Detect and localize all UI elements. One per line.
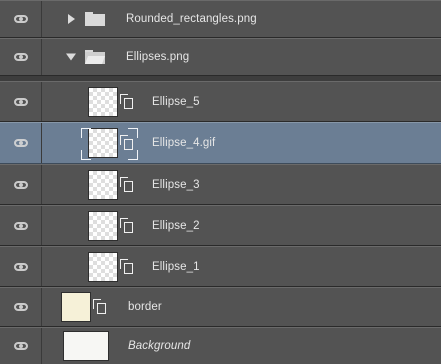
layer-thumbnail <box>89 252 117 281</box>
layer-content: Ellipses.png <box>42 39 441 75</box>
thumbnail-selection-corner <box>81 150 91 160</box>
folder-icon <box>85 12 105 26</box>
visibility-toggle[interactable] <box>0 82 42 121</box>
layer-row-ellipse-2[interactable]: Ellipse_2 <box>0 205 441 246</box>
visibility-toggle[interactable] <box>0 1 42 37</box>
smart-object-link-icon <box>120 217 134 234</box>
eye-icon <box>13 53 28 61</box>
smart-object-link-icon <box>120 258 134 275</box>
layer-row-ellipses-group[interactable]: Ellipses.png <box>0 38 441 76</box>
layer-name: Ellipse_2 <box>152 219 200 232</box>
layer-name: Ellipse_3 <box>152 178 200 191</box>
eye-icon <box>13 342 28 350</box>
layer-thumbnail <box>89 170 117 199</box>
visibility-toggle[interactable] <box>0 39 42 75</box>
smart-object-link-icon <box>120 176 134 193</box>
layer-thumbnail <box>89 129 117 157</box>
eye-icon <box>13 180 28 189</box>
layer-name: Ellipse_1 <box>152 260 200 273</box>
chevron-right-icon[interactable] <box>68 14 75 24</box>
thumbnail-selection-corner <box>128 150 138 160</box>
smart-object-link-icon <box>93 299 107 315</box>
layers-panel: Rounded_rectangles.png Ellipses.png Elli… <box>0 0 441 364</box>
layer-content: Ellipse_1 <box>42 247 441 286</box>
eye-icon <box>13 221 28 230</box>
layer-name: Rounded_rectangles.png <box>126 13 257 25</box>
eye-icon <box>13 139 28 147</box>
visibility-toggle[interactable] <box>0 288 42 326</box>
folder-open-icon <box>85 50 105 64</box>
layer-content: border <box>42 288 441 326</box>
layer-content: Rounded_rectangles.png <box>42 1 441 37</box>
layer-row-ellipse-1[interactable]: Ellipse_1 <box>0 246 441 287</box>
eye-icon <box>13 262 28 271</box>
eye-icon <box>13 97 28 106</box>
layer-row-ellipse-3[interactable]: Ellipse_3 <box>0 164 441 205</box>
layer-name: Background <box>128 340 191 352</box>
layer-row-border[interactable]: border <box>0 287 441 327</box>
layer-row-ellipse-4[interactable]: Ellipse_4.gif <box>0 122 441 164</box>
layer-name: border <box>128 301 162 313</box>
layer-row-ellipse-5[interactable]: Ellipse_5 <box>0 81 441 122</box>
eye-icon <box>13 303 28 311</box>
smart-object-link-icon <box>120 93 134 110</box>
layer-row-rounded-rectangles-group[interactable]: Rounded_rectangles.png <box>0 0 441 38</box>
smart-object-link-icon <box>120 135 134 151</box>
layer-content: Ellipse_4.gif <box>42 123 441 163</box>
layer-content: Background <box>42 328 441 364</box>
layer-thumbnail <box>64 332 108 360</box>
layer-content: Ellipse_5 <box>42 82 441 121</box>
visibility-toggle[interactable] <box>0 247 42 286</box>
layer-thumbnail <box>89 211 117 240</box>
layer-name: Ellipses.png <box>126 51 190 63</box>
visibility-toggle[interactable] <box>0 165 42 204</box>
chevron-down-icon[interactable] <box>66 53 76 61</box>
visibility-toggle[interactable] <box>0 206 42 245</box>
thumbnail-selection-corner <box>81 128 91 138</box>
layer-name: Ellipse_4.gif <box>152 137 216 149</box>
layer-content: Ellipse_2 <box>42 206 441 245</box>
layer-thumbnail <box>62 293 90 321</box>
layer-content: Ellipse_3 <box>42 165 441 204</box>
visibility-toggle[interactable] <box>0 328 42 364</box>
layer-name: Ellipse_5 <box>152 95 200 108</box>
eye-icon <box>13 15 28 23</box>
layer-row-background[interactable]: Background <box>0 327 441 364</box>
layer-thumbnail <box>89 87 117 116</box>
visibility-toggle[interactable] <box>0 123 42 163</box>
